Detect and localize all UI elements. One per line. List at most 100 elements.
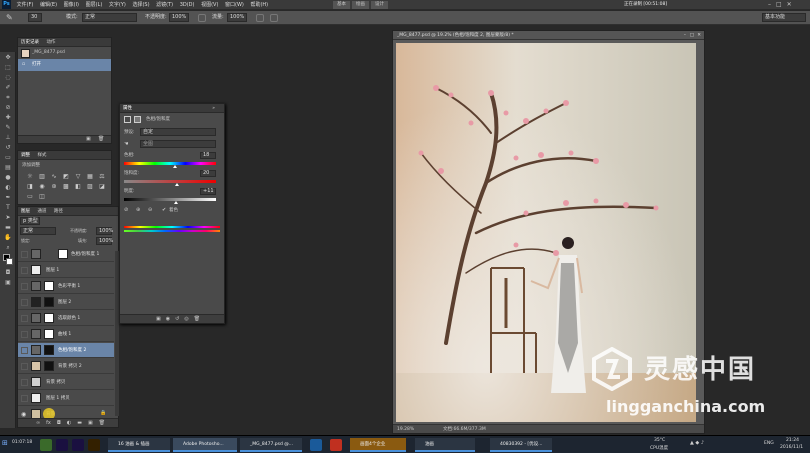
taskbar-item-active[interactable]: Adobe Photosho... [173, 438, 237, 452]
layer-row[interactable]: 选取颜色 1 [18, 311, 114, 326]
tray-icons[interactable]: ▲ ◆ ♪ [690, 440, 704, 446]
history-brush-tool-icon[interactable]: ↺ [3, 143, 13, 152]
mode-select[interactable]: 正常 [82, 13, 137, 22]
layer-mask[interactable] [44, 297, 54, 307]
hand-tool-icon[interactable]: ✋ [3, 233, 13, 242]
tab-channels[interactable]: 通道 [37, 209, 46, 214]
blur-tool-icon[interactable]: ● [3, 173, 13, 182]
screen-mode-icon[interactable]: ▣ [3, 278, 13, 287]
hue-saturation-icon[interactable]: ▦ [86, 173, 94, 180]
airbrush-icon[interactable] [256, 14, 264, 22]
invert-icon[interactable]: ◧ [74, 183, 82, 190]
curves-icon[interactable]: ∿ [50, 173, 58, 180]
start-button[interactable]: ⊞ [2, 439, 8, 447]
saturation-slider-thumb[interactable] [175, 183, 179, 186]
pen-tool-icon[interactable]: ✒ [3, 193, 13, 202]
saturation-field[interactable]: 20 [200, 170, 216, 177]
vibrance-icon[interactable]: ▽ [74, 173, 82, 180]
visibility-icon[interactable]: ◉ [21, 411, 28, 418]
after-effects-icon[interactable] [56, 439, 68, 451]
gradient-tool-icon[interactable]: ▤ [3, 163, 13, 172]
dodge-tool-icon[interactable]: ◐ [3, 183, 13, 192]
eyedropper-tool-icon[interactable]: ⊘ [3, 103, 13, 112]
shape-tool-icon[interactable]: ▬ [3, 223, 13, 232]
visibility-toggle[interactable] [21, 347, 28, 354]
hue-field[interactable]: 18 [200, 152, 216, 159]
eyedropper-icon[interactable]: ⊘ [124, 207, 128, 213]
quick-select-tool-icon[interactable]: ✐ [3, 83, 13, 92]
selective-color-icon[interactable]: ◫ [38, 193, 46, 200]
delete-layer-icon[interactable]: 🗑 [99, 419, 105, 427]
history-snapshot[interactable]: _MG_8477.psd [18, 47, 111, 59]
flow-field[interactable]: 100% [227, 13, 247, 22]
taskbar-item[interactable]: 油画 [415, 438, 475, 452]
mask-icon[interactable] [134, 116, 141, 123]
menu-filter[interactable]: 滤镜(T) [156, 0, 173, 10]
input-language[interactable]: ENG [764, 441, 774, 446]
new-adjustment-icon[interactable]: ◐ [67, 419, 71, 427]
menu-type[interactable]: 文字(Y) [109, 0, 126, 10]
illustrator-icon[interactable] [88, 439, 100, 451]
clock-date[interactable]: 2016/11/1 [780, 445, 803, 450]
app-icon-1[interactable] [40, 439, 52, 451]
document-tab[interactable]: _MG_8477.psd @ 19.2% (色相/饱和度 2, 图层蒙版/8) … [393, 31, 704, 40]
close-icon[interactable]: ✕ [787, 1, 792, 9]
exposure-icon[interactable]: ◩ [62, 173, 70, 180]
layer-opacity-field[interactable]: 100% [96, 227, 113, 235]
history-step-open[interactable]: ▫ 打开 [18, 59, 111, 71]
saturation-slider-track[interactable] [124, 180, 216, 183]
layer-row-selected[interactable]: 色相/饱和度 2 [18, 343, 114, 358]
menu-window[interactable]: 窗口(W) [225, 0, 244, 10]
channel-select[interactable]: 全图 [140, 140, 216, 148]
eyedropper-plus-icon[interactable]: ⊕ [136, 207, 140, 213]
workspace-tab-basic[interactable]: 基本 [333, 1, 350, 9]
reset-icon[interactable]: ↺ [175, 315, 179, 323]
threshold-icon[interactable]: ◪ [98, 183, 106, 190]
pressure-size-icon[interactable] [270, 14, 278, 22]
layer-row[interactable]: 图层 2 [18, 295, 114, 310]
document-minimize-icon[interactable]: – [684, 31, 686, 40]
tab-paths[interactable]: 路径 [54, 209, 63, 214]
maximize-icon[interactable]: □ [776, 1, 782, 9]
tab-history[interactable]: 历史记录 [21, 40, 39, 45]
visibility-toggle[interactable] [21, 395, 28, 402]
layer-mask[interactable] [44, 345, 54, 355]
menu-layer[interactable]: 图层(L) [86, 0, 103, 10]
layer-mask[interactable] [44, 329, 54, 339]
levels-icon[interactable]: ▥ [38, 173, 46, 180]
tab-styles[interactable]: 样式 [37, 153, 46, 158]
visibility-toggle[interactable] [21, 331, 28, 338]
menu-image[interactable]: 图像(I) [64, 0, 79, 10]
taskbar-item[interactable]: 16 油画 & 插画 [108, 438, 170, 452]
workspace-tab-design[interactable]: 设计 [371, 1, 388, 9]
black-white-icon[interactable]: ◨ [26, 183, 34, 190]
blend-mode-select[interactable]: 正常 [20, 227, 56, 235]
layer-mask[interactable] [58, 249, 68, 259]
lightness-field[interactable]: +11 [200, 188, 216, 195]
visibility-toggle[interactable] [21, 283, 28, 290]
workspace-tab-paint[interactable]: 绘画 [352, 1, 369, 9]
taskbar-item[interactable]: _MG_8477.psd @... [240, 438, 302, 452]
add-mask-icon[interactable]: ◘ [57, 419, 61, 427]
pressure-opacity-icon[interactable] [198, 14, 206, 22]
layer-row[interactable]: 背景 拷贝 [18, 375, 114, 390]
new-snapshot-icon[interactable]: ▣ [86, 136, 91, 142]
browser-icon[interactable] [330, 439, 342, 451]
gradient-map-icon[interactable]: ▭ [26, 193, 34, 200]
brightness-icon[interactable]: ☼ [26, 173, 34, 180]
menu-3d[interactable]: 3D(D) [180, 0, 195, 10]
eyedropper-minus-icon[interactable]: ⊖ [148, 207, 152, 213]
path-select-tool-icon[interactable]: ➤ [3, 213, 13, 222]
zoom-level[interactable]: 19.28% [397, 425, 414, 434]
layer-style-icon[interactable]: fx [46, 419, 51, 427]
brush-size-picker[interactable]: 30 [28, 13, 42, 22]
quick-mask-icon[interactable]: ◘ [3, 268, 13, 277]
tab-actions[interactable]: 动作 [46, 40, 55, 45]
layer-row[interactable]: 曲线 1 [18, 327, 114, 342]
stamp-tool-icon[interactable]: ⊥ [3, 133, 13, 142]
channel-mixer-icon[interactable]: ⊛ [50, 183, 58, 190]
brush-tool-icon[interactable]: ✎ [3, 123, 13, 132]
layer-row[interactable]: 色彩平衡 1 [18, 279, 114, 294]
tab-adjustments[interactable]: 调整 [21, 153, 30, 158]
visibility-toggle[interactable] [21, 267, 28, 274]
